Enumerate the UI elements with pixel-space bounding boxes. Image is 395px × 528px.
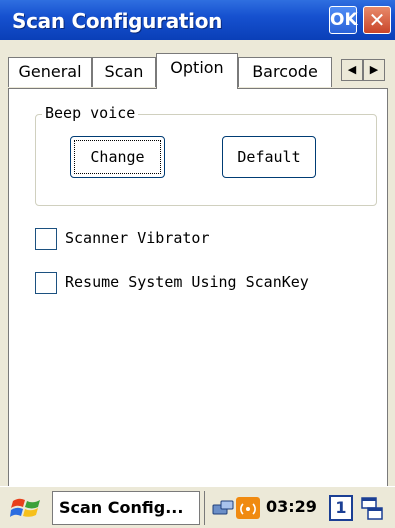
tab-scroll-left-icon[interactable]: ◀ (341, 59, 363, 81)
clock[interactable]: 03:29 (266, 497, 317, 516)
default-button[interactable]: Default (222, 136, 316, 178)
scanner-vibrator-checkbox[interactable] (35, 228, 57, 250)
system-tray: 03:29 1 (204, 491, 384, 525)
close-button[interactable]: ✕ (363, 6, 391, 34)
tab-option[interactable]: Option (156, 53, 238, 89)
input-panel-badge[interactable]: 1 (329, 495, 353, 521)
window-title: Scan Configuration (12, 9, 223, 33)
taskbar-scan-config-button[interactable]: Scan Config... (52, 491, 200, 525)
scanner-vibrator-label: Scanner Vibrator (65, 229, 210, 247)
tab-general[interactable]: General (8, 57, 92, 87)
beep-voice-label: Beep voice (42, 104, 139, 122)
resume-system-checkbox[interactable] (35, 272, 57, 294)
wireless-signal-icon[interactable] (236, 497, 260, 519)
change-button[interactable]: Change (70, 136, 165, 178)
network-icon[interactable] (212, 499, 234, 517)
resume-system-label: Resume System Using ScanKey (65, 273, 309, 291)
windows-start-icon[interactable] (10, 495, 42, 521)
ok-button[interactable]: OK (329, 6, 358, 34)
tab-barcode[interactable]: Barcode (238, 57, 332, 87)
title-bar: Scan Configuration OK ✕ (0, 0, 395, 40)
switch-windows-icon[interactable] (360, 496, 384, 522)
tab-strip: General Scan Option Barcode ◀ ▶ (0, 40, 395, 89)
tab-scan[interactable]: Scan (92, 57, 156, 87)
tray-divider (204, 491, 205, 525)
taskbar: Scan Config... 03:29 1 (0, 486, 395, 528)
tab-scroll-right-icon[interactable]: ▶ (363, 59, 385, 81)
